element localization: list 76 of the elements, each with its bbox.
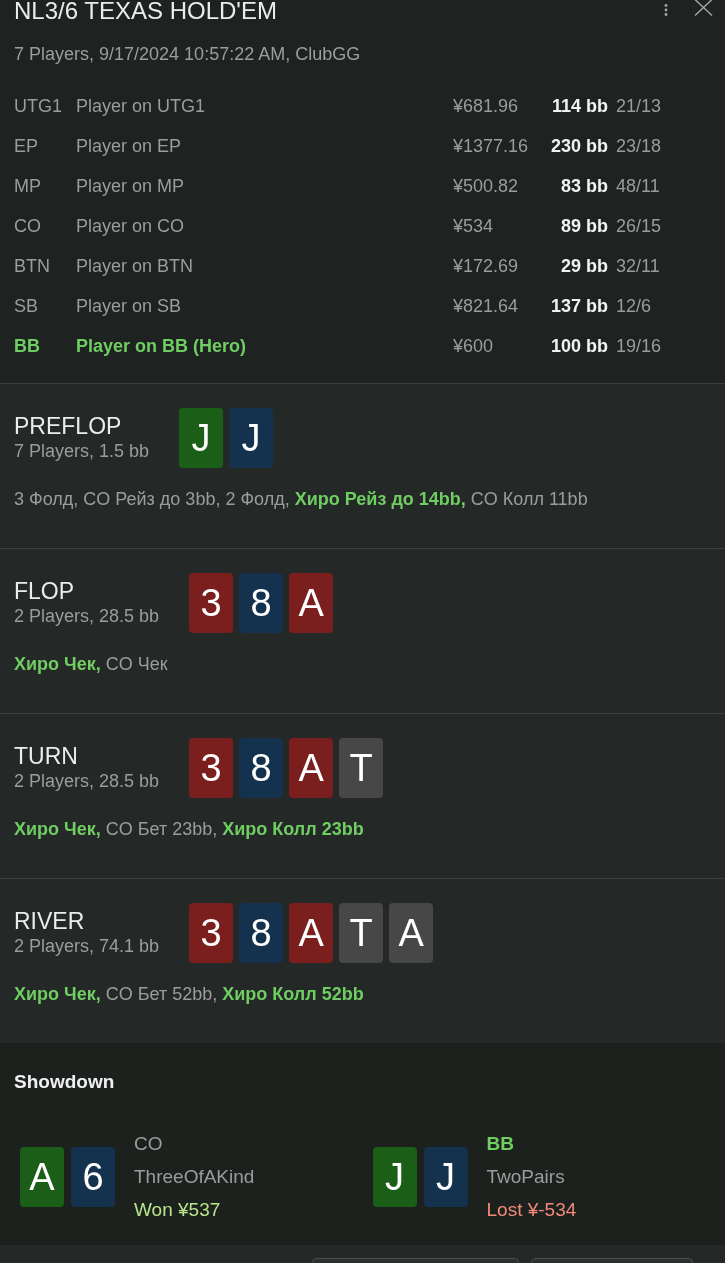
hand-title: NL3/6 TEXAS HOLD'EM	[14, 0, 278, 25]
seat-position: BB	[14, 335, 41, 358]
stack-bb: 137 bb	[549, 295, 608, 318]
playing-card: A	[289, 903, 334, 963]
seat-position: BTN	[14, 255, 51, 278]
showdown-position: BB	[486, 1132, 515, 1156]
stack-bb: 100 bb	[549, 335, 608, 358]
stack-amount: ¥500.82	[453, 175, 520, 198]
action-line: Хиро Чек, CO Бет 23bb, Хиро Колл 23bb	[14, 818, 365, 841]
playing-card: 6	[71, 1146, 115, 1207]
street-title: RIVER	[14, 908, 86, 934]
street-info: 2 Players, 28.5 bb	[14, 605, 160, 628]
stack-bb: 29 bb	[560, 255, 608, 278]
stack-bb: 89 bb	[560, 215, 608, 238]
playing-card: 3	[189, 573, 234, 633]
street-title: FLOP	[14, 578, 76, 604]
street-info: 2 Players, 74.1 bb	[14, 935, 160, 958]
hand-rank: TwoPairs	[486, 1165, 566, 1189]
player-stats: 48/11	[615, 175, 661, 198]
stack-amount: ¥1377.16	[453, 135, 530, 158]
playing-card: 8	[239, 903, 284, 963]
player-name: Player on MP	[76, 175, 186, 198]
stack-amount: ¥600	[453, 335, 495, 358]
player-name: Player on EP	[76, 135, 183, 158]
player-stats: 32/11	[615, 255, 661, 278]
street-info: 2 Players, 28.5 bb	[14, 770, 160, 793]
seat-position: UTG1	[14, 95, 63, 118]
playing-card: J	[179, 408, 224, 468]
playing-card: J	[423, 1146, 468, 1207]
seat-position: SB	[14, 295, 39, 318]
street-title: TURN	[14, 743, 79, 769]
playing-card: J	[372, 1146, 417, 1207]
player-name: Player on SB	[76, 295, 183, 318]
action-line: Хиро Чек, CO Бет 52bb, Хиро Колл 52bb	[14, 983, 365, 1006]
stack-amount: ¥821.64	[453, 295, 520, 318]
player-name: Player on UTG1	[76, 95, 207, 118]
showdown-title: Showdown	[13, 1070, 116, 1094]
player-name: Player on BB (Hero)	[76, 335, 248, 358]
playing-card: A	[289, 738, 334, 798]
hand-subtitle: 7 Players, 9/17/2024 10:57:22 AM, ClubGG	[14, 43, 362, 66]
playing-card: 3	[189, 738, 234, 798]
action-line: 3 Фолд, CO Рейз до 3bb, 2 Фолд, Хиро Рейз до 14bb, CO Колл 11bb	[14, 488, 589, 511]
close-icon[interactable]	[694, 0, 713, 16]
player-stats: 19/16	[615, 335, 663, 358]
stack-amount: ¥534	[453, 215, 495, 238]
stack-bb: 230 bb	[549, 135, 608, 158]
seat-position: CO	[14, 215, 42, 238]
stack-bb: 114 bb	[550, 95, 608, 118]
hand-rank: ThreeOfAKind	[134, 1165, 255, 1189]
playing-card: A	[289, 573, 334, 633]
player-stats: 23/18	[615, 135, 663, 158]
playing-card: A	[20, 1146, 64, 1207]
action-line: Хиро Чек, CO Чек	[14, 653, 169, 676]
street-title: PREFLOP	[14, 413, 123, 439]
seat-position: MP	[14, 175, 42, 198]
more-icon[interactable]	[664, 4, 668, 16]
playing-card: T	[339, 903, 384, 963]
hand-result: Won ¥537	[134, 1198, 222, 1222]
player-name: Player on CO	[76, 215, 186, 238]
street-info: 7 Players, 1.5 bb	[14, 440, 150, 463]
playing-card: A	[389, 903, 434, 963]
playing-card: 8	[239, 573, 284, 633]
stack-amount: ¥681.96	[453, 95, 520, 118]
player-stats: 12/6	[615, 295, 653, 318]
playing-card: 8	[239, 738, 284, 798]
showdown-position: CO	[134, 1132, 164, 1156]
player-stats: 26/15	[615, 215, 663, 238]
stack-amount: ¥172.69	[453, 255, 520, 278]
stack-bb: 83 bb	[560, 175, 608, 198]
seat-position: EP	[14, 135, 39, 158]
player-stats: 21/13	[615, 95, 663, 118]
playing-card: J	[229, 408, 274, 468]
playing-card: 3	[189, 903, 234, 963]
player-name: Player on BTN	[76, 255, 195, 278]
playing-card: T	[339, 738, 384, 798]
hand-result: Lost ¥-534	[486, 1198, 577, 1222]
